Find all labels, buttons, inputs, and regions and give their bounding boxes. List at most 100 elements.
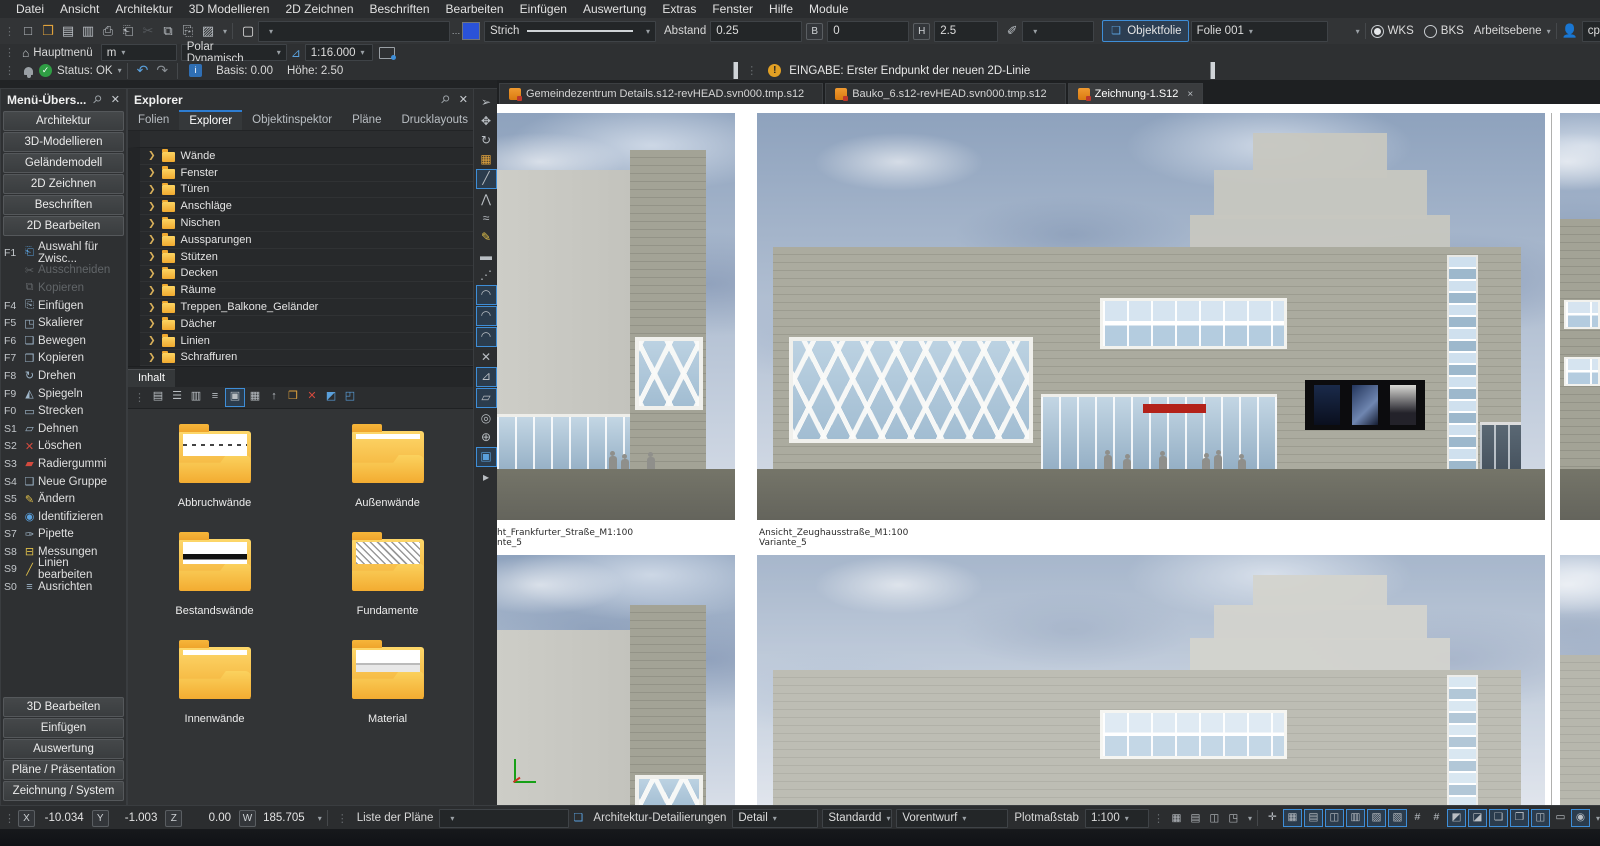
row-table-toggle[interactable]: ▤	[1304, 809, 1323, 827]
pan-icon[interactable]: ✥	[477, 112, 496, 130]
tree-row[interactable]: ❯ Decken	[140, 266, 474, 283]
tree-row[interactable]: ❯ Räume	[140, 282, 474, 299]
expand-chevron-icon[interactable]: ❯	[148, 335, 156, 346]
sidebar-tool-item[interactable]: F7 ❐ Kopieren	[1, 350, 126, 368]
select-cursor-icon[interactable]: ➢	[477, 93, 496, 111]
sidebar-tool-item[interactable]: S9 ╱ Linien bearbeiten	[1, 561, 126, 579]
plan-list-combo[interactable]: ▾	[439, 809, 569, 828]
view-thumbnails-icon[interactable]: ▣	[225, 388, 245, 407]
drawing-canvas[interactable]: ht_Frankfurter_Straße_M1:100 nte_5 Ansic…	[497, 104, 1600, 805]
sidebar-category-button[interactable]: Zeichnung / System	[3, 781, 124, 801]
group-toggle[interactable]: ◉	[1571, 809, 1590, 827]
toggles-left-caret[interactable]: ▾	[1248, 814, 1252, 823]
measure-icon[interactable]: ⊿	[476, 367, 497, 387]
menu-item[interactable]: Extras	[654, 0, 704, 18]
message-splitter-right[interactable]	[1210, 62, 1215, 79]
ortho-toggle[interactable]: ◪	[1468, 809, 1487, 827]
frame-tool-icon[interactable]: ▢	[238, 21, 258, 41]
more-options-icon[interactable]: …	[450, 21, 462, 41]
sidebar-tool-item[interactable]: F5 ◳ Skalierer	[1, 314, 126, 332]
tree-row[interactable]: ❯ Türen	[140, 182, 474, 199]
linestyle-combo[interactable]: Strich ▾	[484, 21, 656, 42]
expand-chevron-icon[interactable]: ❯	[148, 268, 156, 279]
tree-row[interactable]: ❯ Fenster	[140, 165, 474, 182]
polyline-tool-icon[interactable]: ⋀	[477, 190, 496, 208]
sidebar-category-button[interactable]: Einfügen	[3, 718, 124, 738]
menu-item[interactable]: 3D Modellieren	[181, 0, 278, 18]
sidebar-tool-item[interactable]: S6 ◉ Identifizieren	[1, 508, 126, 526]
message-splitter[interactable]	[733, 62, 738, 79]
menu-item[interactable]: Ansicht	[52, 0, 107, 18]
tree-row[interactable]: ❯ Stützen	[140, 249, 474, 266]
hatch-toggle[interactable]: ▨	[1367, 809, 1386, 827]
cut-icon[interactable]: ✂	[138, 21, 158, 41]
brush-tool-icon[interactable]: ▬	[477, 247, 496, 265]
tree-row[interactable]: ❯ Linien	[140, 333, 474, 350]
pen-color-swatch[interactable]	[462, 22, 480, 40]
workplane-icon[interactable]: ▱	[476, 388, 497, 408]
open-file-icon[interactable]: ❒	[38, 21, 58, 41]
sidebar-category-button[interactable]: 2D Bearbeiten	[3, 216, 124, 236]
frame-display-toggle[interactable]: ◳	[1225, 810, 1242, 826]
arbeitsebene-caret[interactable]: ▾	[1547, 27, 1551, 36]
arc-snap-icon[interactable]: ◠	[476, 285, 497, 305]
explorer-tab[interactable]: Pläne	[342, 110, 391, 130]
color-palette-icon[interactable]: ▦	[477, 150, 496, 168]
vorentwurf-combo[interactable]: Vorentwurf▾	[896, 809, 1008, 828]
view-details-icon[interactable]: ▤	[149, 388, 167, 405]
freehand-tool-icon[interactable]: ≈	[477, 209, 496, 227]
explorer-tab[interactable]: Explorer	[179, 110, 242, 130]
expand-chevron-icon[interactable]: ❯	[148, 251, 156, 262]
sidebar-tool-item[interactable]: F8 ↻ Drehen	[1, 367, 126, 385]
paste-icon[interactable]: ⎗	[118, 21, 138, 41]
sidebar-tool-item[interactable]: F4 ⎘ Einfügen	[1, 297, 126, 315]
menu-item[interactable]: Module	[801, 0, 856, 18]
folie-combo[interactable]: Folie 001▾	[1191, 21, 1328, 42]
sidebar-tool-item[interactable]: ⧉ Kopieren	[1, 279, 126, 297]
close-icon[interactable]: ✕	[111, 93, 120, 106]
sidebar-category-button[interactable]: Pläne / Präsentation	[3, 760, 124, 780]
expand-chevron-icon[interactable]: ❯	[148, 201, 156, 212]
menu-item[interactable]: Einfügen	[512, 0, 575, 18]
tree-row[interactable]: ❯ Nischen	[140, 215, 474, 232]
sidebar-tool-item[interactable]: F0 ▭ Strecken	[1, 402, 126, 420]
plot-scale-combo[interactable]: 1:100▾	[1085, 809, 1149, 828]
open-folder-icon[interactable]: ❒	[284, 388, 302, 405]
image-icon[interactable]: ▨	[198, 21, 218, 41]
plan-add-icon[interactable]: ❏	[570, 810, 586, 826]
sheet-ref-toggle[interactable]: ❏	[1489, 809, 1508, 827]
tree-row[interactable]: ❯ Aussparungen	[140, 232, 474, 249]
status-caret[interactable]: ▾	[118, 66, 122, 75]
content-folder[interactable]: Material	[313, 639, 463, 725]
screen-settings-icon[interactable]	[379, 47, 395, 59]
scale-combo[interactable]: 1:16.000▾	[305, 44, 373, 61]
region-display-toggle[interactable]: ◫	[1206, 810, 1223, 826]
up-level-icon[interactable]: ↑	[265, 388, 283, 405]
expand-chevron-icon[interactable]: ❯	[148, 184, 156, 195]
menu-item[interactable]: Beschriften	[362, 0, 438, 18]
tab-close-icon[interactable]: ×	[1187, 89, 1193, 100]
bks-radio[interactable]: BKS	[1424, 25, 1464, 38]
sidebar-tool-item[interactable]: ✂ Ausschneiden	[1, 262, 126, 280]
explorer-tab[interactable]: Objektinspektor	[242, 110, 342, 130]
zoom-icon[interactable]: ◎	[477, 409, 496, 427]
menu-item[interactable]: Datei	[8, 0, 52, 18]
sidebar-category-button[interactable]: 2D Zeichnen	[3, 174, 124, 194]
expand-chevron-icon[interactable]: ❯	[148, 352, 156, 363]
content-folder[interactable]: Außenwände	[313, 423, 463, 509]
menu-item[interactable]: Fenster	[704, 0, 761, 18]
explorer-tab[interactable]: Folien	[128, 110, 179, 130]
clipboard-icon[interactable]: ⎘	[178, 21, 198, 41]
sidebar-category-button[interactable]: Beschriften	[3, 195, 124, 215]
close-icon[interactable]: ✕	[459, 93, 468, 106]
explorer-tab[interactable]: Drucklayouts	[391, 110, 477, 130]
texture-toggle[interactable]: ▧	[1388, 809, 1407, 827]
grid-snap-toggle[interactable]: #	[1428, 809, 1445, 825]
expand-chevron-icon[interactable]: ❯	[148, 285, 156, 296]
hauptmenu-label[interactable]: Hauptmenü	[33, 47, 92, 59]
wks-radio[interactable]: WKS	[1371, 25, 1414, 38]
expand-chevron-icon[interactable]: ❯	[148, 218, 156, 229]
expand-chevron-icon[interactable]: ❯	[148, 302, 156, 313]
save-content-icon[interactable]: ◰	[341, 388, 359, 405]
toolbar-drag-handle[interactable]: ⋮	[4, 25, 14, 38]
